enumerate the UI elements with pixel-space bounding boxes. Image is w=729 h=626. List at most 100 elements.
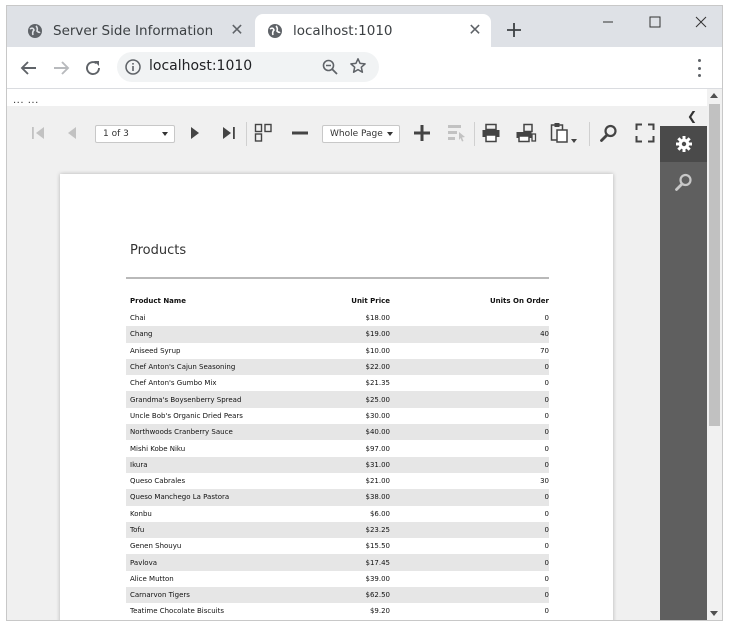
- unit-price-cell: $17.45: [365, 558, 391, 567]
- browser-window: Server Side Information ✕ localhost:1010…: [6, 5, 723, 621]
- multipage-toggle-button[interactable]: [253, 122, 275, 144]
- zoom-mode: Whole Page: [330, 129, 383, 139]
- toolbar-separator: [474, 122, 475, 146]
- units-on-order-cell: 0: [544, 411, 549, 420]
- unit-price-cell: $22.00: [365, 363, 391, 372]
- table-header: Product Name Unit Price Units On Order: [126, 292, 549, 310]
- table-row: Queso Manchego La Pastora $38.00 0: [126, 489, 549, 506]
- bookmark-star-icon[interactable]: [349, 57, 367, 75]
- search-icon: [600, 124, 617, 142]
- close-tab-icon[interactable]: ✕: [229, 22, 245, 38]
- export-button[interactable]: [549, 122, 579, 144]
- zoom-out-icon[interactable]: [321, 58, 339, 76]
- zoom-selector[interactable]: Whole Page: [322, 125, 400, 143]
- tab-server-side-information[interactable]: Server Side Information ✕: [13, 14, 253, 47]
- next-page-button[interactable]: [186, 122, 204, 144]
- address-text[interactable]: localhost:1010: [149, 58, 252, 74]
- back-arrow-icon: [20, 61, 36, 75]
- page-indicator: 1 of 3: [103, 129, 129, 139]
- table-row: Konbu $6.00 0: [126, 506, 549, 522]
- units-on-order-cell: 70: [540, 346, 549, 355]
- units-on-order-cell: 0: [544, 574, 549, 583]
- chevron-down-icon: [387, 132, 393, 136]
- table-row: Northwoods Cranberry Sauce $40.00 0: [126, 424, 549, 441]
- unit-price-cell: $30.00: [365, 411, 391, 420]
- multipage-icon: [254, 123, 272, 142]
- product-name-cell: Konbu: [130, 509, 152, 518]
- units-on-order-cell: 0: [544, 509, 549, 518]
- tab-strip: Server Side Information ✕ localhost:1010…: [7, 6, 722, 47]
- product-name-cell: Queso Cabrales: [130, 477, 186, 486]
- product-name-cell: Mishi Kobe Niku: [130, 444, 186, 453]
- close-tab-icon[interactable]: ✕: [467, 22, 483, 38]
- forward-button[interactable]: [49, 56, 73, 80]
- next-page-icon: [191, 127, 199, 139]
- table-row: Carnarvon Tigers $62.50 0: [126, 587, 549, 604]
- units-on-order-cell: 0: [544, 379, 549, 388]
- collapse-panel-icon[interactable]: ❮: [687, 109, 697, 123]
- units-on-order-cell: 0: [544, 363, 549, 372]
- unit-price-cell: $39.00: [365, 574, 391, 583]
- units-on-order-cell: 0: [544, 314, 549, 323]
- page-scrollbar[interactable]: [707, 89, 722, 620]
- zoom-in-button[interactable]: [412, 122, 432, 144]
- previous-page-button[interactable]: [63, 122, 81, 144]
- title-divider: [126, 277, 549, 279]
- previous-page-icon: [68, 127, 76, 139]
- column-header-product-name: Product Name: [130, 297, 186, 305]
- product-name-cell: Chef Anton's Gumbo Mix: [130, 379, 217, 388]
- table-row: Grandma's Boysenberry Spread $25.00 0: [126, 391, 549, 408]
- viewer-toolbar: 1 of 3 Whole Page: [7, 106, 660, 161]
- maximize-button[interactable]: [644, 12, 666, 32]
- info-icon[interactable]: [125, 59, 141, 75]
- side-panel-header: ❮: [660, 106, 707, 126]
- scroll-up-arrow-icon[interactable]: [710, 93, 718, 98]
- minimize-button[interactable]: [597, 12, 619, 32]
- unit-price-cell: $10.00: [365, 346, 391, 355]
- units-on-order-cell: 0: [544, 558, 549, 567]
- parameters-tab[interactable]: [660, 126, 707, 162]
- page-selector[interactable]: 1 of 3: [95, 125, 175, 143]
- table-row: Alice Mutton $39.00 0: [126, 571, 549, 587]
- units-on-order-cell: 0: [544, 526, 549, 534]
- back-button[interactable]: [17, 56, 41, 80]
- unit-price-cell: $15.50: [365, 542, 391, 551]
- new-tab-button[interactable]: [503, 19, 525, 41]
- unit-price-cell: $21.00: [365, 477, 391, 486]
- side-panel: ❮: [660, 106, 707, 620]
- tab-localhost[interactable]: localhost:1010 ✕: [255, 14, 491, 47]
- table-row: Chef Anton's Gumbo Mix $21.35 0: [126, 375, 549, 391]
- product-name-cell: Uncle Bob's Organic Dried Pears: [130, 411, 243, 420]
- first-page-icon: [32, 127, 44, 139]
- highlight-editing-fields-button[interactable]: [446, 122, 468, 144]
- scroll-down-arrow-icon[interactable]: [710, 611, 718, 616]
- browser-menu-icon[interactable]: [697, 59, 701, 77]
- product-name-cell: Grandma's Boysenberry Spread: [130, 395, 242, 404]
- search-button[interactable]: [599, 122, 619, 144]
- address-bar[interactable]: localhost:1010: [117, 52, 379, 82]
- product-name-cell: Queso Manchego La Pastora: [130, 493, 230, 502]
- editing-fields-icon: [448, 125, 465, 142]
- search-tab[interactable]: [660, 164, 707, 200]
- unit-price-cell: $25.00: [365, 395, 391, 404]
- document-viewer: 1 of 3 Whole Page ❮ Products Product Nam…: [7, 106, 707, 620]
- scrollbar-thumb[interactable]: [709, 104, 720, 426]
- print-page-button[interactable]: [514, 122, 538, 144]
- reload-button[interactable]: [81, 56, 105, 80]
- last-page-button[interactable]: [220, 122, 238, 144]
- browser-toolbar: localhost:1010: [7, 47, 722, 89]
- forward-arrow-icon: [54, 61, 70, 75]
- unit-price-cell: $62.50: [365, 591, 391, 600]
- globe-icon: [27, 23, 43, 39]
- unit-price-cell: $40.00: [365, 428, 391, 437]
- first-page-button[interactable]: [29, 122, 47, 144]
- print-button[interactable]: [480, 122, 502, 144]
- full-screen-button[interactable]: [634, 122, 656, 144]
- toolbar-separator: [246, 122, 247, 146]
- close-window-button[interactable]: [690, 12, 712, 32]
- zoom-out-button[interactable]: [290, 122, 310, 144]
- product-name-cell: Northwoods Cranberry Sauce: [130, 428, 233, 437]
- last-page-icon: [223, 127, 235, 139]
- report-title: Products: [130, 243, 187, 258]
- units-on-order-cell: 0: [544, 591, 549, 600]
